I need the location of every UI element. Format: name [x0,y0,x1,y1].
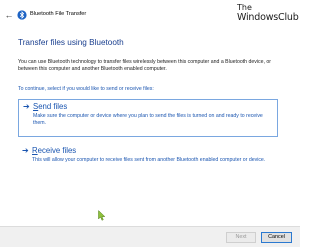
footer-bar: Next Cancel [0,226,300,247]
mouse-cursor-icon [98,210,106,221]
back-arrow-icon[interactable]: ← [4,10,14,20]
receive-files-title[interactable]: Receive files [32,146,76,155]
send-files-option[interactable]: ➔ Send files Make sure the computer or d… [18,99,278,137]
selection-prompt: To continue, select if you would like to… [18,86,154,92]
watermark-logo: The WindowsClub [234,2,299,28]
watermark-line1: The [237,3,252,12]
page-heading: Transfer files using Bluetooth [18,38,124,47]
page-description: You can use Bluetooth technology to tran… [18,59,271,72]
cancel-button[interactable]: Cancel [261,232,292,243]
watermark-line2: WindowsClub [237,12,299,23]
arrow-right-icon: ➔ [23,102,30,111]
receive-files-title-rest: eceive files [37,146,77,155]
send-files-title[interactable]: Send files [33,102,67,111]
window-title: Bluetooth File Transfer [30,11,87,17]
receive-files-description: This will allow your computer to receive… [32,157,266,163]
send-files-title-rest: end files [38,102,68,111]
send-files-description: Make sure the computer or device where y… [33,113,263,126]
bluetooth-icon [17,10,27,20]
arrow-right-icon: ➔ [22,146,29,155]
next-button[interactable]: Next [226,232,256,243]
receive-files-option[interactable]: ➔ Receive files This will allow your com… [18,144,278,174]
